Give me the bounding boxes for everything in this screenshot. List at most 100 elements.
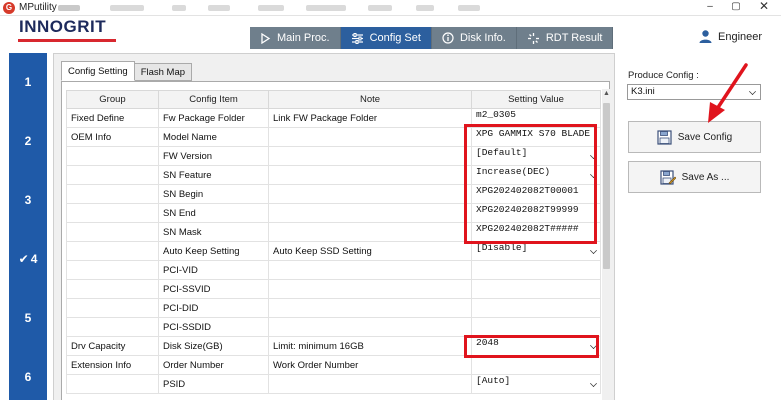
cell-config-item: PCI-DID [158,298,269,318]
step-2[interactable]: 2 [9,134,47,148]
save-config-label: Save Config [677,131,733,143]
step-number: 5 [24,311,32,325]
cell-group: OEM Info [66,127,159,147]
scrollbar-thumb[interactable] [603,103,610,269]
cell-config-item: PSID [158,374,269,394]
setting-dropdown[interactable]: [Disable] [476,243,600,260]
save-as-button[interactable]: Save As ... [628,161,761,193]
cell-config-item: SN Mask [158,222,269,242]
setting-value-text: m2_0305 [476,109,516,121]
column-header-config-item[interactable]: Config Item [158,90,269,109]
blurred-menu [208,5,230,11]
table-row[interactable]: PSID [Auto] [66,374,601,394]
play-icon [261,32,271,44]
main-tabs: Main Proc. Config Set Disk Info. RDT Res… [250,27,614,49]
subtab-config-setting[interactable]: Config Setting [61,61,135,81]
chevron-down-icon [590,380,597,387]
highlight-box-oem [464,124,597,244]
column-header-setting-value[interactable]: Setting Value [471,90,601,109]
cell-setting-value[interactable] [471,355,601,375]
step-3[interactable]: 3 [9,193,47,207]
cell-group [66,203,159,223]
highlight-box-capacity [464,335,599,358]
table-row[interactable]: PCI-DID [66,298,601,318]
step-1[interactable]: 1 [9,75,47,89]
cell-group [66,184,159,204]
tab-label: Disk Info. [459,32,506,44]
step-5[interactable]: 5 [9,311,47,325]
produce-config-value: K3.ini [631,86,655,97]
scroll-up-icon[interactable]: ▲ [603,90,610,97]
user-account[interactable]: Engineer [698,29,762,44]
cell-setting-value[interactable] [471,279,601,299]
cell-group [66,222,159,242]
cell-setting-value[interactable]: [Auto] [471,374,601,394]
setting-field[interactable] [476,262,600,279]
cell-note [268,146,472,166]
tab-rdt-result[interactable]: RDT Result [516,27,614,49]
cell-note [268,317,472,337]
sparkle-icon [527,32,539,44]
close-button[interactable]: ✕ [751,0,777,14]
step-number: 2 [24,134,32,148]
tab-main-proc[interactable]: Main Proc. [250,27,341,49]
cell-setting-value[interactable] [471,260,601,280]
cell-setting-value[interactable] [471,298,601,318]
maximize-button[interactable]: ▢ [723,0,749,14]
step-4[interactable]: ✔ 4 [9,252,47,266]
cell-config-item: PCI-SSDID [158,317,269,337]
user-label: Engineer [718,30,763,43]
minimize-button[interactable]: – [697,0,723,14]
column-header-note[interactable]: Note [268,90,472,109]
setting-field[interactable] [476,281,600,298]
brand-logo: INNOGRIT [19,17,107,36]
setting-field[interactable] [476,319,600,336]
subtab-flash-map[interactable]: Flash Map [133,63,193,81]
setting-field[interactable] [476,357,600,374]
table-header-row: Group Config Item Note Setting Value [66,90,601,109]
cell-note [268,374,472,394]
setting-dropdown[interactable]: [Auto] [476,375,600,393]
tab-label: Config Set [369,32,421,44]
cell-group [66,317,159,337]
blurred-menu [458,5,480,11]
blurred-menu [110,5,144,11]
step-rail: 1 2 3 ✔ 4 5 6 [9,53,47,400]
cell-config-item: Disk Size(GB) [158,336,269,356]
cell-group [66,279,159,299]
table-row[interactable]: PCI-SSDID [66,317,601,337]
cell-group: Extension Info [66,355,159,375]
cell-config-item: SN End [158,203,269,223]
window-title: MPutility [19,2,57,13]
column-header-group[interactable]: Group [66,90,159,109]
cell-note [268,222,472,242]
tab-disk-info[interactable]: Disk Info. [431,27,517,49]
cell-group [66,241,159,261]
cell-config-item: Fw Package Folder [158,108,269,128]
checkmark-icon: ✔ [18,252,29,266]
cell-setting-value[interactable]: [Disable] [471,241,601,261]
logo-icon: G [3,2,15,14]
user-icon [699,30,712,43]
step-6[interactable]: 6 [9,370,47,384]
table-row[interactable]: Extension Info Order Number Work Order Num… [66,355,601,375]
cell-group [66,146,159,166]
cell-note: Link FW Package Folder [268,108,472,128]
table-row[interactable]: PCI-SSVID [66,279,601,299]
blurred-menu [368,5,392,11]
tab-label: RDT Result [545,32,603,44]
step-number: 4 [30,252,38,266]
floppy-disk-edit-icon [659,169,676,185]
vertical-scrollbar[interactable]: ▲ [602,89,611,400]
title-bar: G MPutility – ▢ ✕ [0,0,781,16]
cell-note: Work Order Number [268,355,472,375]
setting-field[interactable] [476,300,600,317]
setting-value-text: [Auto] [476,375,511,387]
table-row[interactable]: Auto Keep Setting Auto Keep SSD Setting [D… [66,241,601,261]
table-row[interactable]: PCI-VID [66,260,601,280]
tab-config-set[interactable]: Config Set [340,27,432,49]
cell-setting-value[interactable] [471,317,601,337]
cell-note: Auto Keep SSD Setting [268,241,472,261]
cell-group [66,298,159,318]
annotation-arrow-icon [708,63,748,123]
